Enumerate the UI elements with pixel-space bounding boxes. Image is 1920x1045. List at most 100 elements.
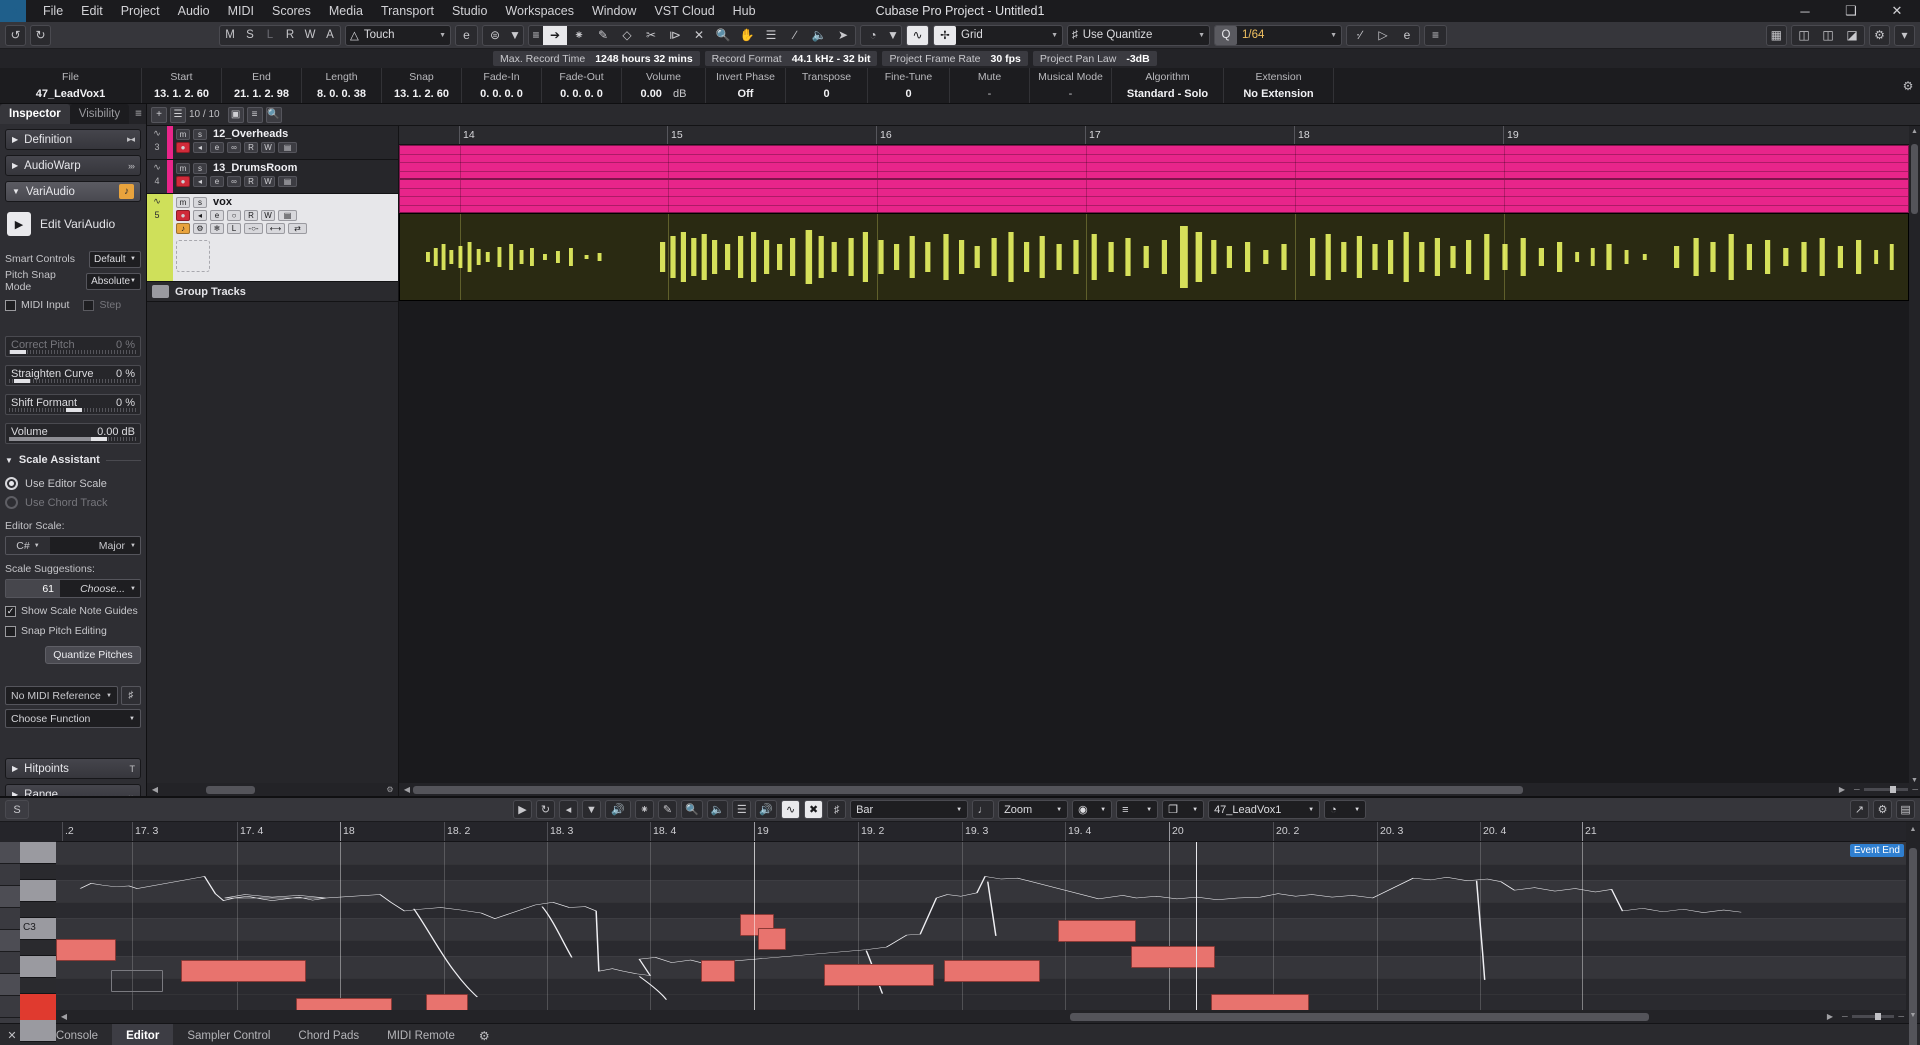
track-extra-controls-row[interactable]: ♪ ⚙ ❄ L -○- ⟷ ⇄	[176, 223, 395, 234]
info-value[interactable]: 13. 1. 2. 60	[154, 85, 209, 103]
info-end[interactable]: End 21. 1. 2. 98	[222, 68, 302, 103]
choose-scale-dropdown[interactable]: Choose... ▼	[60, 580, 140, 597]
section-variaudio[interactable]: ▼ VariAudio ♪	[5, 181, 141, 202]
scroll-down-icon[interactable]: ▼	[1906, 1012, 1920, 1019]
shift-formant-slider[interactable]: Shift Formant 0 %	[5, 394, 141, 415]
track-monitor-button[interactable]: ◂	[193, 210, 207, 221]
vari-audio-x-icon[interactable]: ✖	[804, 800, 823, 819]
auto-scroll-icon[interactable]: ◂	[559, 800, 578, 819]
zoom-out-icon[interactable]: ─	[1854, 785, 1860, 794]
zoom-tool-icon[interactable]: 🔍	[681, 800, 703, 819]
scroll-up-icon[interactable]: ▲	[1909, 128, 1920, 135]
fold-tracks-icon[interactable]: ☰	[170, 107, 186, 123]
info-line[interactable]: File 47_LeadVox1 Start 13. 1. 2. 60 End …	[0, 68, 1920, 104]
right-zone-icon[interactable]: ◪	[1840, 26, 1864, 45]
undo-icon[interactable]: ↺	[5, 25, 26, 46]
section-definition[interactable]: ▶ Definition ▸◂	[5, 129, 141, 150]
play-icon[interactable]: ▶	[513, 800, 532, 819]
section-hitpoints[interactable]: ▶ Hitpoints T	[5, 758, 141, 779]
variaudio-segment[interactable]	[181, 960, 306, 982]
grid-type-dropdown[interactable]: Bar ▼	[850, 800, 968, 819]
range-select-icon[interactable]: ⁕	[567, 26, 591, 45]
track-solo-button[interactable]: s	[193, 163, 207, 174]
section-audiowarp[interactable]: ▶ AudioWarp ›››	[5, 155, 141, 176]
info-value[interactable]: -	[988, 85, 992, 103]
track-input-icon[interactable]: ⟷	[266, 223, 285, 234]
track-record-enable-button[interactable]: ●	[176, 142, 190, 153]
mute-x-icon[interactable]: ✕	[687, 26, 711, 45]
track-edit-channel-button[interactable]: e	[210, 142, 224, 153]
track-channel-strip-button[interactable]: ▤	[278, 142, 297, 153]
track-header-row[interactable]: m s vox	[176, 196, 395, 208]
info-start[interactable]: Start 13. 1. 2. 60	[142, 68, 222, 103]
slider-thumb[interactable]	[14, 379, 30, 383]
lanes-dropdown[interactable]: ≡ ▼	[1116, 800, 1158, 819]
track-pictures-icon[interactable]: ▣	[228, 107, 244, 123]
minimize-button[interactable]: ─	[1782, 0, 1828, 22]
chevron-down-icon[interactable]: ▼	[885, 26, 901, 45]
e-edit-icon[interactable]: e	[455, 25, 478, 46]
track-list[interactable]: ∿ 3 m s 12_Overheads ● ◂ e	[147, 126, 399, 796]
scale-root-dropdown[interactable]: C# ▼	[6, 537, 50, 554]
info-algorithm[interactable]: Algorithm Standard - Solo	[1112, 68, 1224, 103]
track-controls-row[interactable]: ● ◂ e ∞ R W ▤	[176, 142, 395, 153]
midi-input-checkbox[interactable]: MIDI Input	[5, 296, 69, 314]
variaudio-segment[interactable]	[701, 960, 735, 982]
arrow-select-icon[interactable]: ➔	[543, 26, 567, 45]
section-range[interactable]: ▶ Range ↔	[5, 784, 141, 796]
editor-zoom-slider[interactable]: ─ ─	[1836, 1012, 1904, 1021]
show-scale-note-guides-checkbox[interactable]: ✓ Show Scale Note Guides	[5, 602, 141, 620]
automation-r-button[interactable]: R	[280, 26, 300, 45]
track-edit-channel-button[interactable]: e	[210, 176, 224, 187]
warp-icon[interactable]: ☰	[759, 26, 783, 45]
track-row-12-overheads[interactable]: ∿ 3 m s 12_Overheads ● ◂ e	[147, 126, 398, 160]
info-volume[interactable]: Volume 0.00 dB	[622, 68, 706, 103]
track-mute-button[interactable]: m	[176, 129, 190, 140]
use-editor-scale-radio[interactable]: Use Editor Scale	[5, 474, 141, 493]
tab-midi-remote[interactable]: MIDI Remote	[373, 1024, 469, 1045]
track-channel-strip-button[interactable]: ▤	[278, 176, 297, 187]
show-hide-dropdown[interactable]: ◉ ▼	[1072, 800, 1112, 819]
scroll-track[interactable]	[161, 786, 384, 794]
scroll-track[interactable]	[413, 786, 1836, 794]
volume-play-icon[interactable]: 🔈	[807, 26, 831, 45]
stack-dropdown[interactable]: ❐ ▼	[1162, 800, 1204, 819]
inspector-tabs[interactable]: Inspector Visibility ≡	[0, 104, 146, 124]
zoom-dropdown[interactable]: Zoom ▼	[998, 800, 1068, 819]
quantize-tools[interactable]: ⋅∕ ▷ e	[1346, 25, 1420, 46]
track-header-row[interactable]: m s 12_Overheads	[176, 128, 395, 140]
tool-buttons[interactable]: ≡ ➔ ⁕ ✎ ◇ ✂ ⧐ ✕ 🔍 ✋ ☰ ∕ 🔈 ➤	[528, 25, 856, 46]
editor-hscroll[interactable]: ◀ ▶ ─ ─	[56, 1010, 1906, 1023]
track-controls-row[interactable]: ● ◂ e ○ R W ▤	[176, 210, 395, 221]
variaudio-segment[interactable]	[426, 994, 468, 1010]
correct-pitch-slider[interactable]: Correct Pitch 0 %	[5, 336, 141, 357]
track-row-13-drumsroom[interactable]: ∿ 4 m s 13_DrumsRoom ● ◂ e	[147, 160, 398, 194]
track-picture-placeholder[interactable]	[176, 240, 210, 272]
info-value[interactable]: Off	[738, 85, 754, 103]
arrange-vscrollbar[interactable]: ▲ ▼	[1909, 126, 1920, 796]
window-controls[interactable]: ─ ❑ ✕	[1782, 0, 1920, 22]
step-checkbox[interactable]: Step	[83, 296, 121, 314]
midi-reference-dropdown[interactable]: No MIDI Reference ▼	[5, 686, 118, 705]
track-record-enable-button[interactable]: ●	[176, 176, 190, 187]
track-lock-button[interactable]: ∞	[227, 176, 241, 187]
quantize-pitches-button[interactable]: Quantize Pitches	[45, 646, 141, 664]
snap-type-dropdown[interactable]: ✢ Grid ▼	[933, 25, 1063, 46]
lane-12-overheads[interactable]	[399, 145, 1920, 179]
mute-tool-icon[interactable]: 🔈	[707, 800, 729, 819]
scroll-right-icon[interactable]: ▶	[1836, 785, 1848, 794]
zoom-out-icon[interactable]: ─	[1842, 1012, 1848, 1021]
track-mute-button[interactable]: m	[176, 197, 190, 208]
arrange-hscroll[interactable]: ◀ ▶ ─ ─	[399, 783, 1920, 796]
track-name[interactable]: 13_DrumsRoom	[213, 162, 297, 174]
track-freeze-icon[interactable]: ❄	[210, 223, 224, 234]
menu-item-audio[interactable]: Audio	[169, 0, 219, 22]
menu-item-vst-cloud[interactable]: VST Cloud	[645, 0, 723, 22]
open-window-icon[interactable]: ↗	[1850, 800, 1869, 819]
variaudio-segment-unselected[interactable]	[111, 970, 163, 992]
close-button[interactable]: ✕	[1874, 0, 1920, 22]
acoustic-feedback-icon[interactable]: 🔊	[605, 800, 631, 819]
audio-event[interactable]	[399, 145, 1909, 179]
tab-visibility[interactable]: Visibility	[70, 104, 129, 124]
info-fade-in[interactable]: Fade-In 0. 0. 0. 0	[462, 68, 542, 103]
